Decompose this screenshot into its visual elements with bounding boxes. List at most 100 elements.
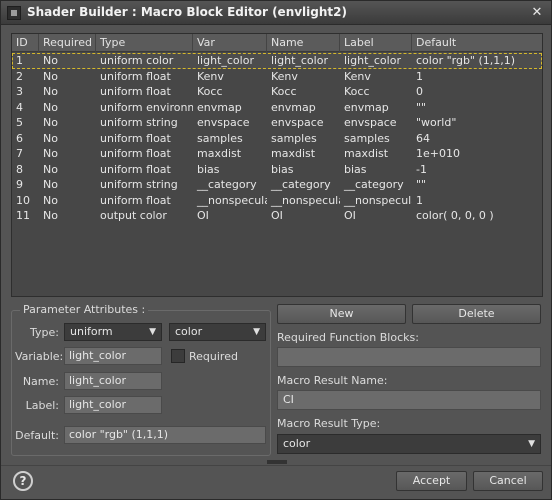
- column-header-label[interactable]: Label: [340, 34, 412, 52]
- table-row[interactable]: 9 No uniform string __category __category __c…: [12, 177, 542, 193]
- cell-required: No: [43, 178, 58, 191]
- cell-required: No: [43, 116, 58, 129]
- cell-default: 64: [416, 131, 430, 145]
- column-header-default[interactable]: Default: [412, 34, 542, 52]
- cell-type: uniform float: [100, 85, 171, 98]
- default-label: Default:: [15, 429, 59, 442]
- cell-required: No: [43, 69, 58, 83]
- cell-name: bias: [271, 162, 294, 176]
- cell-id: 11: [16, 209, 30, 222]
- cell-var: OI: [197, 209, 209, 222]
- table-row[interactable]: 5 No uniform string envspace envspace envspac…: [12, 115, 542, 131]
- cell-id: 9: [16, 178, 23, 191]
- cell-default: -1: [416, 162, 427, 176]
- cell-required: No: [43, 131, 58, 145]
- name-label: Name:: [22, 375, 59, 388]
- macro-result-type-dropdown[interactable]: color ▼: [277, 434, 541, 454]
- cell-required: No: [43, 193, 58, 207]
- cell-id: 10: [16, 193, 30, 207]
- cell-id: 7: [16, 147, 23, 160]
- macro-result-type-value: color: [283, 437, 311, 450]
- cell-required: No: [43, 147, 58, 160]
- table-row[interactable]: 4 No uniform environment envmap envmap envmap…: [12, 100, 542, 116]
- name-field[interactable]: light_color: [64, 372, 162, 390]
- cell-var: maxdist: [197, 147, 242, 160]
- chevron-down-icon: ▼: [528, 439, 535, 449]
- cell-var: light_color: [197, 54, 254, 67]
- cell-var: bias: [197, 162, 220, 176]
- chevron-down-icon: ▼: [253, 327, 260, 337]
- cell-name: OI: [271, 209, 283, 222]
- title-bar[interactable]: Shader Builder : Macro Block Editor (env…: [1, 1, 551, 25]
- cell-name: light_color: [271, 54, 328, 67]
- splitter-handle[interactable]: [267, 460, 287, 464]
- cell-id: 4: [16, 100, 23, 114]
- cell-label: envspace: [344, 116, 397, 129]
- cell-var: envspace: [197, 116, 250, 129]
- table-row[interactable]: 2 No uniform float Kenv Kenv Kenv 1: [12, 69, 542, 85]
- cell-id: 6: [16, 131, 23, 145]
- label-label: Label:: [25, 399, 59, 412]
- table-row[interactable]: 1 No uniform color light_color light_color li…: [12, 53, 542, 69]
- help-icon[interactable]: ?: [13, 471, 33, 491]
- new-button[interactable]: New: [277, 304, 406, 324]
- cell-default: 1: [416, 69, 423, 83]
- required-checkbox[interactable]: [171, 349, 185, 363]
- cell-default: color( 0, 0, 0 ): [416, 209, 494, 222]
- table-row[interactable]: 3 No uniform float Kocc Kocc Kocc 0: [12, 84, 542, 100]
- table-row[interactable]: 7 No uniform float maxdist maxdist maxdist 1e+…: [12, 146, 542, 162]
- macro-block-editor-window: Shader Builder : Macro Block Editor (env…: [0, 0, 552, 500]
- table-row[interactable]: 10 No uniform float __nonspecular __nonspecu…: [12, 193, 542, 209]
- required-function-blocks-field[interactable]: [277, 347, 541, 367]
- cell-id: 8: [16, 162, 23, 176]
- footer-bar: [1, 465, 551, 499]
- table-body: 1 No uniform color light_color light_color li…: [12, 53, 542, 224]
- cell-type: uniform float: [100, 131, 171, 145]
- variable-field[interactable]: light_color: [64, 347, 162, 365]
- column-header-required[interactable]: Required: [39, 34, 96, 52]
- cell-name: envspace: [271, 116, 324, 129]
- cell-type: uniform environment: [100, 100, 193, 114]
- default-field[interactable]: color "rgb" (1,1,1): [64, 426, 266, 444]
- macro-result-name-label: Macro Result Name:: [277, 374, 388, 387]
- cell-label: __category: [344, 178, 404, 191]
- parameter-table: ID Required Type Var Name Label Default …: [11, 33, 543, 297]
- table-row[interactable]: 6 No uniform float samples samples samples 64: [12, 131, 542, 147]
- table-row[interactable]: 8 No uniform float bias bias bias -1: [12, 162, 542, 178]
- cancel-button[interactable]: Cancel: [473, 471, 543, 491]
- cell-name: samples: [271, 131, 317, 145]
- cell-required: No: [43, 54, 58, 67]
- cell-type: uniform float: [100, 162, 171, 176]
- required-label: Required: [189, 350, 238, 363]
- cell-var: Kocc: [197, 85, 223, 98]
- label-field[interactable]: light_color: [64, 396, 162, 414]
- cell-type: uniform string: [100, 116, 178, 129]
- window-title: Shader Builder : Macro Block Editor (env…: [27, 5, 347, 19]
- required-function-blocks-label: Required Function Blocks:: [277, 331, 419, 344]
- column-header-var[interactable]: Var: [193, 34, 267, 52]
- cell-name: __nonspecular: [271, 193, 340, 207]
- cell-default: 1e+010: [416, 147, 460, 160]
- type-class-dropdown[interactable]: color ▼: [169, 323, 266, 341]
- accept-button[interactable]: Accept: [396, 471, 467, 491]
- column-header-id[interactable]: ID: [12, 34, 39, 52]
- cell-default: "": [416, 178, 427, 191]
- cell-type: uniform float: [100, 193, 171, 207]
- cell-type: uniform string: [100, 178, 178, 191]
- column-header-type[interactable]: Type: [96, 34, 193, 52]
- cell-label: Kenv: [344, 69, 371, 83]
- delete-button[interactable]: Delete: [412, 304, 541, 324]
- column-header-name[interactable]: Name: [267, 34, 340, 52]
- macro-result-name-field[interactable]: CI: [277, 390, 541, 410]
- table-row[interactable]: 11 No output color OI OI OI color( 0, 0, 0 ): [12, 208, 542, 224]
- cell-id: 1: [16, 54, 23, 67]
- cell-label: bias: [344, 162, 367, 176]
- cell-type: uniform float: [100, 147, 171, 160]
- cell-required: No: [43, 85, 58, 98]
- type-dropdown[interactable]: uniform ▼: [64, 323, 162, 341]
- cell-var: samples: [197, 131, 243, 145]
- macro-result-type-label: Macro Result Type:: [277, 417, 381, 430]
- cell-name: envmap: [271, 100, 316, 114]
- close-icon[interactable]: ✕: [529, 5, 545, 21]
- cell-label: __nonspecular: [344, 193, 412, 207]
